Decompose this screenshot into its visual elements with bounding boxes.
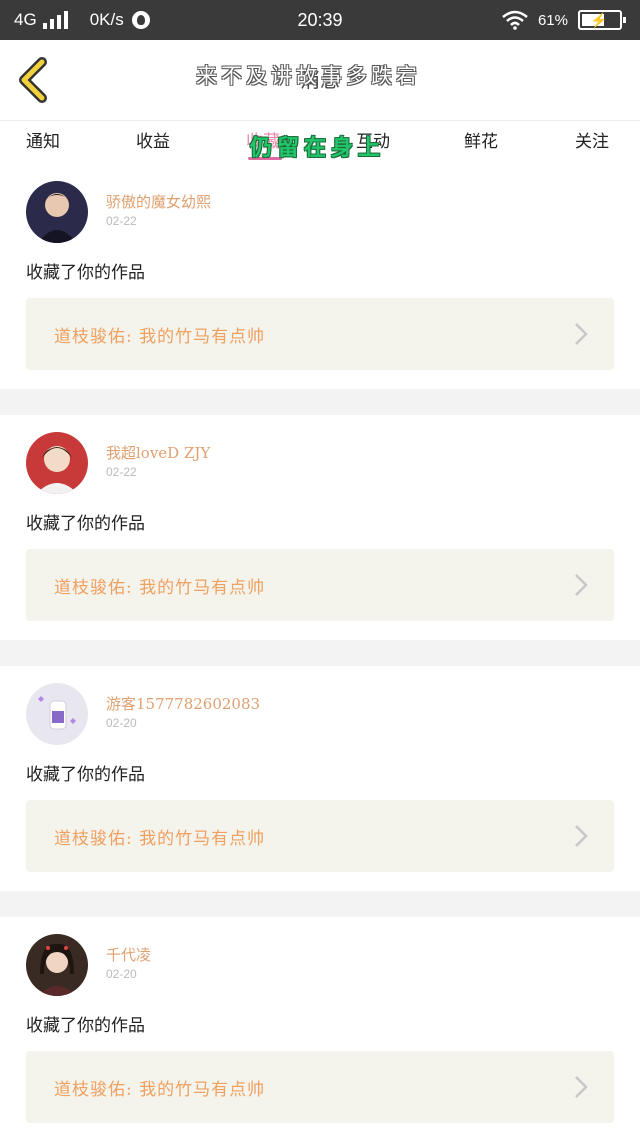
chevron-right-icon: [575, 825, 588, 847]
battery-icon: ⚡: [578, 10, 626, 30]
work-link[interactable]: 道枝骏佑: 我的竹马有点帅: [26, 549, 614, 621]
divider: [0, 389, 640, 415]
username[interactable]: 千代凌: [106, 944, 151, 965]
list-item: 我超loveD ZJY 02-22 收藏了你的作品 道枝骏佑: 我的竹马有点帅: [0, 415, 640, 640]
work-title: 道枝骏佑: 我的竹马有点帅: [54, 327, 266, 347]
avatar[interactable]: [26, 432, 88, 494]
timestamp: 02-20: [106, 716, 137, 730]
username[interactable]: 我超loveD ZJY: [106, 442, 210, 463]
list-item: 游客1577782602083 02-20 收藏了你的作品 道枝骏佑: 我的竹马…: [0, 666, 640, 891]
overlay-caption-1: 来不及讲故事多跌宕: [196, 64, 421, 88]
list-item: 千代凌 02-20 收藏了你的作品 道枝骏佑: 我的竹马有点帅: [0, 917, 640, 1138]
chevron-right-icon: [575, 323, 588, 345]
tab-follows[interactable]: 关注: [575, 127, 609, 152]
timestamp: 02-20: [106, 967, 137, 981]
list-item: 骄傲的魔女幼熙 02-22 收藏了你的作品 道枝骏佑: 我的竹马有点帅: [0, 164, 640, 389]
action-text: 收藏了你的作品: [26, 765, 145, 785]
work-link[interactable]: 道枝骏佑: 我的竹马有点帅: [26, 800, 614, 872]
work-title: 道枝骏佑: 我的竹马有点帅: [54, 1080, 266, 1100]
chevron-right-icon: [575, 1076, 588, 1098]
avatar[interactable]: [26, 934, 88, 996]
avatar[interactable]: [26, 683, 88, 745]
action-text: 收藏了你的作品: [26, 1016, 145, 1036]
avatar[interactable]: [26, 181, 88, 243]
work-title: 道枝骏佑: 我的竹马有点帅: [54, 578, 266, 598]
action-text: 收藏了你的作品: [26, 514, 145, 534]
overlay-caption-2: 仍留在身上: [250, 135, 386, 161]
work-link[interactable]: 道枝骏佑: 我的竹马有点帅: [26, 1051, 614, 1123]
chevron-right-icon: [575, 574, 588, 596]
timestamp: 02-22: [106, 465, 137, 479]
divider: [0, 640, 640, 666]
work-link[interactable]: 道枝骏佑: 我的竹马有点帅: [26, 298, 614, 370]
username[interactable]: 游客1577782602083: [106, 693, 260, 714]
wifi-icon: [502, 10, 528, 30]
tab-notifications[interactable]: 通知: [26, 127, 60, 152]
username[interactable]: 骄傲的魔女幼熙: [106, 191, 211, 212]
timestamp: 02-22: [106, 214, 137, 228]
status-bar: 4G 0K/s 20:39 61% ⚡: [0, 0, 640, 40]
tab-flowers[interactable]: 鲜花: [464, 127, 498, 152]
notification-feed: 骄傲的魔女幼熙 02-22 收藏了你的作品 道枝骏佑: 我的竹马有点帅 我超lo…: [0, 164, 640, 1138]
status-right: 61% ⚡: [502, 0, 626, 40]
action-text: 收藏了你的作品: [26, 263, 145, 283]
battery-percent: 61%: [537, 11, 568, 29]
tab-earnings[interactable]: 收益: [136, 127, 170, 152]
work-title: 道枝骏佑: 我的竹马有点帅: [54, 829, 266, 849]
divider: [0, 891, 640, 917]
